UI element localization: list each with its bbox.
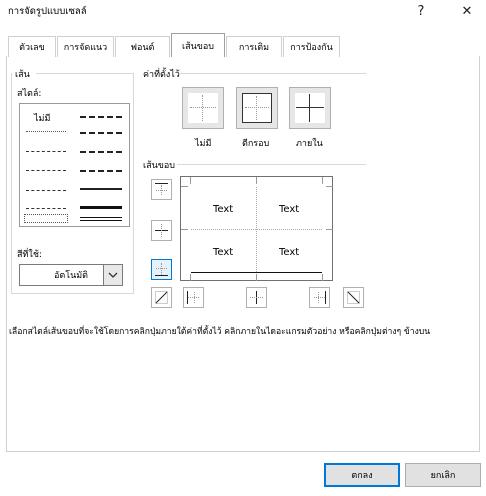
style-label: สไตล์: bbox=[17, 89, 42, 99]
preset-outline-button[interactable] bbox=[236, 87, 278, 129]
border-middle-horizontal-button[interactable] bbox=[151, 220, 172, 241]
border-diagonal-down-button[interactable] bbox=[343, 287, 364, 308]
tab-font[interactable]: ฟอนต์ bbox=[115, 36, 170, 57]
dialog-title: การจัดรูปแบบเซลล์ bbox=[8, 6, 87, 17]
presets-title: ค่าที่ตั้งไว้ bbox=[141, 67, 182, 81]
cancel-button[interactable]: ยกเลิก bbox=[405, 463, 481, 487]
border-right-button[interactable] bbox=[309, 287, 330, 308]
line-style-dotted[interactable] bbox=[26, 151, 66, 152]
preview-cell-text: Text bbox=[279, 204, 300, 215]
preview-cell-text: Text bbox=[213, 247, 234, 258]
preview-cell-text: Text bbox=[213, 204, 234, 215]
border-left-button[interactable] bbox=[183, 287, 204, 308]
border-preview[interactable]: Text Text Text Text bbox=[180, 176, 333, 281]
line-style-dashdotdot[interactable] bbox=[26, 170, 66, 171]
preset-none-icon bbox=[188, 93, 218, 123]
border-top-icon bbox=[155, 183, 168, 196]
diagonal-up-icon bbox=[155, 291, 168, 304]
border-middle-vertical-icon bbox=[250, 291, 263, 304]
line-style-list[interactable]: ไม่มี bbox=[19, 103, 130, 227]
border-middle-horizontal-icon bbox=[155, 224, 168, 237]
diagonal-down-icon bbox=[347, 291, 360, 304]
preset-inside-button[interactable] bbox=[289, 87, 331, 129]
line-style-thin[interactable] bbox=[24, 214, 68, 223]
border-middle-vertical-button[interactable] bbox=[246, 287, 267, 308]
line-style-hair[interactable] bbox=[26, 131, 66, 132]
tab-number[interactable]: ตัวเลข bbox=[8, 36, 56, 57]
line-style-dashed[interactable] bbox=[26, 208, 66, 209]
color-label: สีที่ใช้: bbox=[17, 250, 42, 260]
tab-alignment[interactable]: การจัดแนว bbox=[57, 36, 114, 57]
line-style-medium-dashed[interactable] bbox=[80, 170, 122, 172]
border-bottom-icon bbox=[155, 263, 168, 276]
line-group-title: เส้น bbox=[13, 67, 32, 81]
line-style-slant-dashdot[interactable] bbox=[80, 132, 122, 134]
tab-protection[interactable]: การป้องกัน bbox=[283, 36, 340, 57]
preset-inside-label: ภายใน bbox=[296, 139, 323, 149]
preview-bottom-border bbox=[191, 272, 322, 273]
close-button[interactable]: ✕ bbox=[452, 0, 482, 22]
preset-none-button[interactable] bbox=[182, 87, 224, 129]
hint-text: เลือกสไตล์เส้นขอบที่จะใช้โดยการคลิกปุ่มภ… bbox=[9, 327, 431, 337]
tab-border[interactable]: เส้นขอบ bbox=[171, 33, 225, 57]
line-style-double[interactable] bbox=[80, 217, 122, 221]
border-diagonal-up-button[interactable] bbox=[151, 287, 172, 308]
tab-fill[interactable]: การเติม bbox=[226, 36, 282, 57]
chevron-down-icon[interactable] bbox=[103, 264, 123, 286]
preset-inside-icon bbox=[295, 93, 325, 123]
preview-cell-text: Text bbox=[279, 247, 300, 258]
line-style-medium-dashdotdot[interactable] bbox=[80, 116, 122, 118]
border-group-title: เส้นขอบ bbox=[141, 158, 177, 172]
line-style-medium[interactable] bbox=[80, 188, 122, 190]
ok-button[interactable]: ตกลง bbox=[324, 463, 400, 487]
preset-none-label: ไม่มี bbox=[195, 139, 212, 149]
line-style-dashdot[interactable] bbox=[26, 190, 66, 191]
preset-outline-icon bbox=[242, 93, 272, 123]
line-style-none[interactable]: ไม่มี bbox=[34, 111, 50, 125]
help-button[interactable]: ? bbox=[406, 0, 436, 22]
border-left-icon bbox=[187, 291, 200, 304]
preset-outline-label: ตีกรอบ bbox=[242, 139, 270, 149]
border-top-button[interactable] bbox=[151, 179, 172, 200]
line-style-medium-dashdot[interactable] bbox=[80, 151, 122, 153]
border-right-icon bbox=[313, 291, 326, 304]
line-style-thick[interactable] bbox=[80, 206, 122, 209]
border-bottom-button[interactable] bbox=[151, 259, 172, 280]
